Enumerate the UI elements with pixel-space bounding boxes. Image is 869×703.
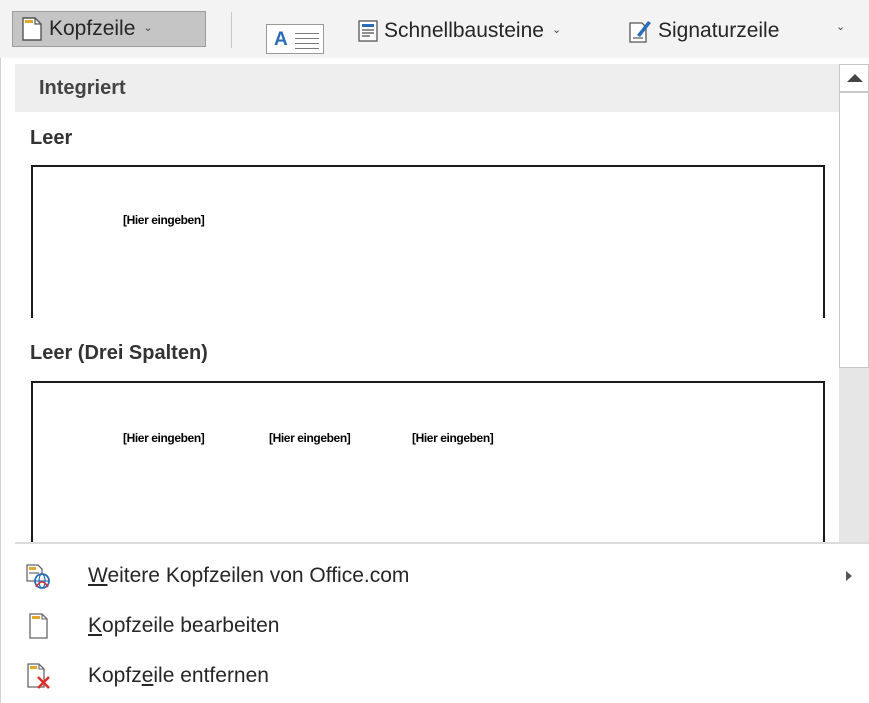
quick-parts-icon (358, 20, 378, 42)
quick-parts-label: Schnellbausteine (384, 19, 544, 42)
textbox-line (295, 43, 319, 44)
menu-item-label-rest: eitere Kopfzeilen von Office.com (107, 564, 410, 587)
remove-header-icon (27, 663, 50, 689)
category-header: Integriert (15, 64, 839, 112)
scroll-thumb[interactable] (839, 92, 869, 368)
menu-item-label: Weitere Kopfzeilen von Office.com (88, 564, 409, 588)
placeholder-text: [Hier eingeben] (412, 431, 494, 445)
textbox-icon: A (274, 29, 288, 50)
signature-line-button[interactable]: Signaturzeile (628, 16, 779, 46)
ribbon-toolbar: Kopfzeile ⌄ A Schnellbausteine ⌄ Signatu… (0, 0, 869, 58)
ribbon-separator (231, 12, 232, 48)
menu-item-label: Kopfzeile entfernen (88, 664, 269, 688)
gallery-item-title: Leer (30, 127, 73, 149)
header-dropdown-label: Kopfzeile (49, 17, 136, 40)
gallery-scrollbar[interactable] (839, 64, 869, 542)
chevron-down-icon: ⌄ (551, 23, 562, 36)
menu-item-more-headers-office[interactable]: Weitere Kopfzeilen von Office.com (15, 551, 869, 601)
office-com-headers-icon (26, 564, 50, 589)
more-options-chevron-icon[interactable]: ⌄ (836, 20, 845, 33)
gallery-item-title: Leer (Drei Spalten) (30, 342, 208, 364)
signature-line-icon (629, 21, 651, 43)
textbox-line (295, 33, 319, 34)
header-gallery: Integriert Leer [Hier eingeben] Leer (Dr… (0, 58, 869, 542)
quick-parts-button[interactable]: Schnellbausteine ⌄ (358, 16, 561, 46)
menu-item-label-rest: ile entfernen (153, 664, 269, 687)
accelerator-key: K (88, 614, 103, 637)
signature-line-label: Signaturzeile (658, 19, 780, 42)
header-dropdown-button[interactable]: Kopfzeile ⌄ (12, 11, 206, 47)
menu-item-label-start: Kopfz (88, 664, 142, 687)
menu-left-border (0, 58, 1, 703)
accelerator-key: W (88, 564, 108, 587)
menu-item-label: Kopfzeile bearbeiten (88, 614, 279, 638)
gallery-item-blank[interactable]: [Hier eingeben] (31, 165, 825, 318)
placeholder-text: [Hier eingeben] (269, 431, 351, 445)
menu-item-label-rest: opfzeile bearbeiten (102, 614, 280, 637)
scroll-up-button[interactable] (839, 64, 869, 92)
placeholder-text: [Hier eingeben] (123, 431, 205, 445)
chevron-down-icon: ⌄ (143, 21, 153, 34)
textbox-line (295, 48, 319, 49)
header-page-icon (22, 17, 42, 41)
text-box-button[interactable]: A (266, 24, 324, 54)
menu-separator (15, 542, 869, 544)
accelerator-key: e (141, 664, 154, 687)
textbox-line (295, 38, 319, 39)
placeholder-text: [Hier eingeben] (123, 213, 205, 227)
edit-header-icon (29, 613, 48, 639)
submenu-arrow-icon (846, 571, 852, 581)
gallery-item-blank-three-columns[interactable]: [Hier eingeben] [Hier eingeben] [Hier ei… (31, 381, 825, 542)
menu-item-remove-header[interactable]: Kopfzeile entfernen (15, 651, 869, 701)
menu-item-edit-header[interactable]: Kopfzeile bearbeiten (15, 601, 869, 651)
